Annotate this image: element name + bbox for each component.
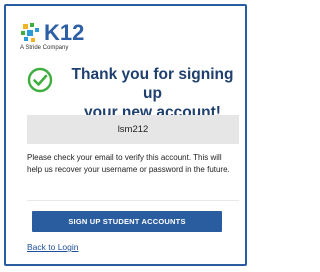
k12-logo-icon — [21, 23, 39, 42]
title-line-1: Thank you for signing up — [71, 66, 234, 102]
verification-message: Please check your email to verify this a… — [27, 153, 230, 174]
logo-tagline: A Stride Company — [20, 45, 69, 51]
back-to-login-link[interactable]: Back to Login — [27, 242, 79, 252]
check-circle-icon — [27, 67, 53, 93]
k12-logo: K12 A Stride Company — [20, 20, 90, 60]
username-display: lsm212 — [27, 115, 239, 144]
username-value: lsm212 — [117, 124, 149, 135]
confirmation-title: Thank you for signing up your new accoun… — [60, 65, 245, 122]
divider — [27, 200, 239, 201]
logo-text: K12 — [44, 20, 85, 45]
sign-up-student-accounts-button[interactable]: SIGN UP STUDENT ACCOUNTS — [32, 211, 222, 232]
confirmation-card: K12 A Stride Company Thank you for signi… — [4, 4, 247, 266]
